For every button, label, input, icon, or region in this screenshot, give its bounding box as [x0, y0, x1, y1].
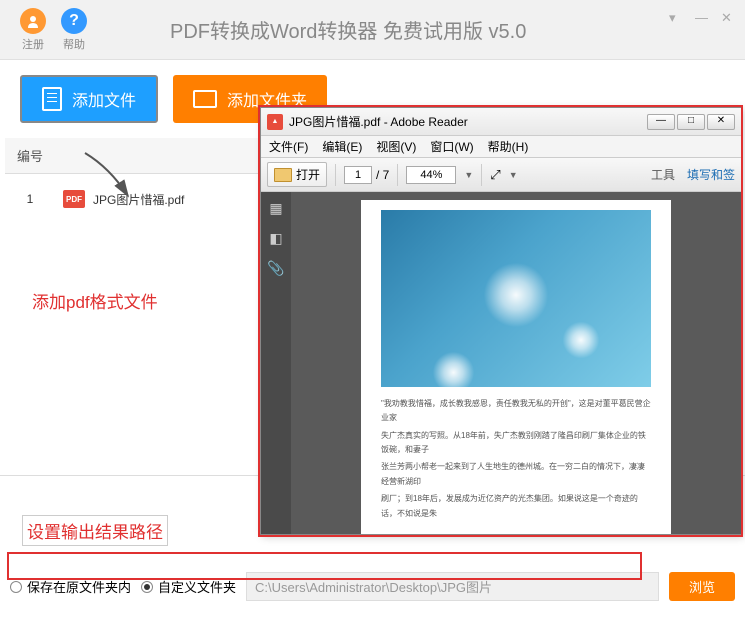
- app-title: PDF转换成Word转换器 免费试用版 v5.0: [170, 15, 526, 44]
- folder-icon: [193, 90, 217, 108]
- col-number-header: 编号: [5, 138, 55, 173]
- output-bar: 保存在原文件夹内 自定义文件夹 C:\Users\Administrator\D…: [0, 557, 745, 631]
- open-button[interactable]: 打开: [267, 162, 327, 187]
- dropdown-icon[interactable]: ▼: [509, 170, 518, 180]
- dandelion-graphic: [481, 260, 551, 330]
- text-line: 刷厂；到18年后，发展成为近亿资产的光杰集团。如果说这是一个奇迹的话，不如说是朱: [381, 492, 651, 521]
- help-icon: ?: [61, 8, 87, 34]
- zoom-dropdown-icon[interactable]: ▼: [464, 170, 473, 180]
- text-line: 失广杰真实的写照。从18年前，失广杰教别刚踏了隆昌印刷厂集体企业的铁饭碗，和妻子: [381, 429, 651, 458]
- tools-link[interactable]: 工具: [651, 166, 675, 183]
- close-icon[interactable]: ✕: [721, 10, 735, 24]
- page-body-text: "我劝教我惜福，成长教我感恩，责任教我无私的开创"，这是对董平葛民营企业家 失广…: [381, 397, 651, 524]
- help-button[interactable]: ? 帮助: [61, 8, 87, 52]
- annotation-arrow: [80, 148, 140, 208]
- page-image: [381, 210, 651, 387]
- toolbar-right: 工具 填写和签: [651, 166, 735, 183]
- reader-body: ▦ ◧ 📎 "我劝教我惜福，成长教我感恩，责任教我无私的开创"，这是对董平葛民营…: [261, 192, 741, 534]
- reader-minimize-button[interactable]: —: [647, 114, 675, 130]
- top-buttons: 注册 ? 帮助: [0, 8, 87, 52]
- reader-window-controls: — □ ✕: [647, 114, 735, 130]
- radio-label-custom: 自定义文件夹: [158, 577, 236, 596]
- reader-maximize-button[interactable]: □: [677, 114, 705, 130]
- attachment-icon[interactable]: 📎: [267, 260, 285, 278]
- toolbar-divider: [481, 164, 482, 186]
- page-nav: / 7: [344, 166, 389, 184]
- open-label: 打开: [296, 166, 320, 183]
- reader-close-button[interactable]: ✕: [707, 114, 735, 130]
- page-total: / 7: [376, 168, 389, 182]
- annotation-add-pdf: 添加pdf格式文件: [32, 288, 158, 313]
- toolbar-divider: [335, 164, 336, 186]
- reader-sidebar: ▦ ◧ 📎: [261, 192, 291, 534]
- add-file-label: 添加文件: [72, 87, 136, 111]
- help-label: 帮助: [63, 36, 85, 52]
- file-icon: [42, 87, 62, 111]
- page-input[interactable]: [344, 166, 372, 184]
- annotation-output-path: 设置输出结果路径: [22, 515, 168, 546]
- menu-view[interactable]: 视图(V): [376, 138, 416, 155]
- adobe-reader-window: ▲ JPG图片惜福.pdf - Adobe Reader — □ ✕ 文件(F)…: [260, 107, 742, 535]
- titlebar: 注册 ? 帮助 PDF转换成Word转换器 免费试用版 v5.0 ▾ — ✕: [0, 0, 745, 60]
- reader-title-text: JPG图片惜福.pdf - Adobe Reader: [289, 113, 468, 130]
- menu-help[interactable]: 帮助(H): [488, 138, 529, 155]
- text-line: "我劝教我惜福，成长教我感恩，责任教我无私的开创"，这是对董平葛民营企业家: [381, 397, 651, 426]
- zoom-input[interactable]: [406, 166, 456, 184]
- row-number: 1: [5, 184, 55, 214]
- radio-custom-folder[interactable]: 自定义文件夹: [141, 577, 236, 596]
- user-icon: [20, 8, 46, 34]
- register-button[interactable]: 注册: [20, 8, 46, 52]
- add-file-button[interactable]: 添加文件: [20, 75, 158, 123]
- text-line: 张兰芳两小帮老一起来到了人生地生的德州城。在一穷二白的情况下，凄凄经营新湖印: [381, 460, 651, 489]
- radio-icon: [10, 581, 22, 593]
- browse-button[interactable]: 浏览: [669, 572, 735, 601]
- reader-titlebar: ▲ JPG图片惜福.pdf - Adobe Reader — □ ✕: [261, 108, 741, 136]
- minimize-icon[interactable]: —: [695, 10, 709, 24]
- menu-file[interactable]: 文件(F): [269, 138, 308, 155]
- menu-window[interactable]: 窗口(W): [430, 138, 473, 155]
- fill-sign-link[interactable]: 填写和签: [687, 166, 735, 183]
- toolbar-divider: [397, 164, 398, 186]
- thumbnails-icon[interactable]: ▦: [267, 200, 285, 218]
- dandelion-graphic: [431, 350, 476, 395]
- pdf-page: "我劝教我惜福，成长教我感恩，责任教我无私的开创"，这是对董平葛民营企业家 失广…: [361, 200, 671, 534]
- open-folder-icon: [274, 168, 292, 182]
- bookmark-icon[interactable]: ◧: [267, 230, 285, 248]
- fullscreen-icon[interactable]: ⤢: [490, 167, 500, 183]
- reader-menubar: 文件(F) 编辑(E) 视图(V) 窗口(W) 帮助(H): [261, 136, 741, 158]
- radio-save-original[interactable]: 保存在原文件夹内: [10, 577, 131, 596]
- menu-edit[interactable]: 编辑(E): [322, 138, 362, 155]
- register-label: 注册: [22, 36, 44, 52]
- reader-page-area[interactable]: "我劝教我惜福，成长教我感恩，责任教我无私的开创"，这是对董平葛民营企业家 失广…: [291, 192, 741, 534]
- radio-label-original: 保存在原文件夹内: [27, 577, 131, 596]
- dropdown-icon[interactable]: ▾: [669, 10, 683, 24]
- dandelion-graphic: [561, 320, 601, 360]
- pdf-app-icon: ▲: [267, 114, 283, 130]
- window-controls: ▾ — ✕: [669, 10, 735, 24]
- radio-icon: [141, 581, 153, 593]
- output-path-input[interactable]: C:\Users\Administrator\Desktop\JPG图片: [246, 572, 659, 601]
- reader-toolbar: 打开 / 7 ▼ ⤢ ▼ 工具 填写和签: [261, 158, 741, 192]
